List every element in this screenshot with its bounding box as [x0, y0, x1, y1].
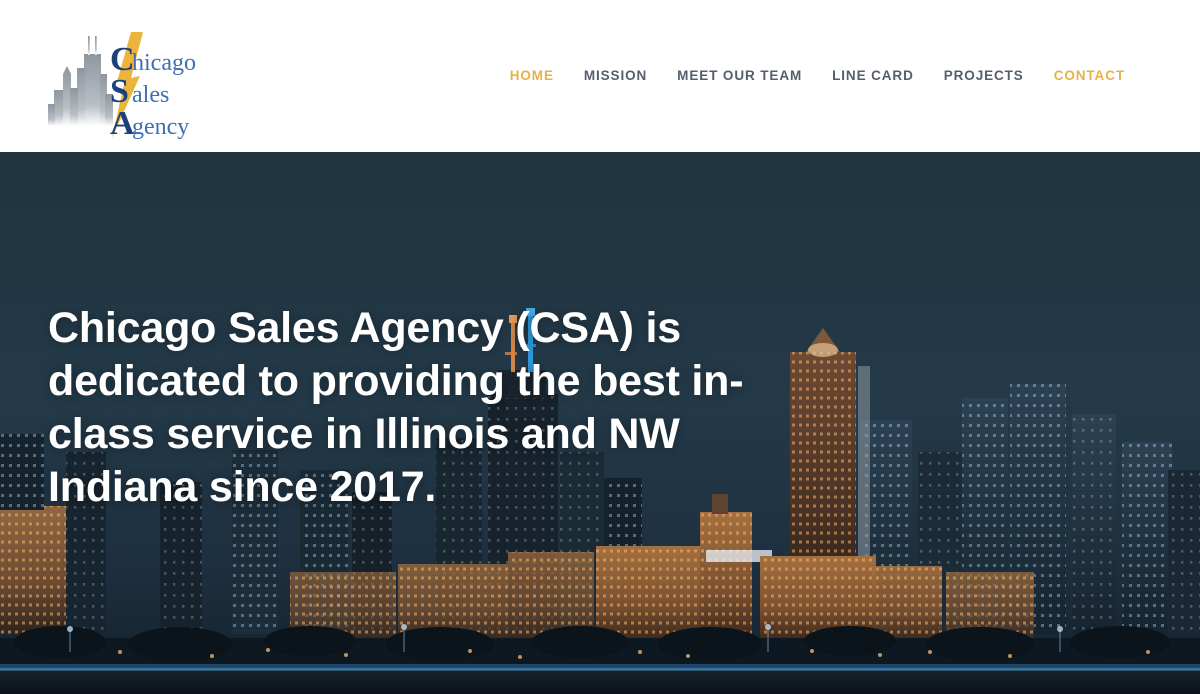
- nav-link-mission[interactable]: MISSION: [569, 63, 662, 89]
- main-navigation: HOME MISSION MEET OUR TEAM LINE CARD PRO…: [510, 0, 1140, 152]
- nav-link-contact[interactable]: CONTACT: [1039, 63, 1140, 89]
- brand-logo[interactable]: C S A hicago ales gency: [48, 30, 208, 140]
- svg-text:gency: gency: [132, 114, 189, 140]
- site-header: C S A hicago ales gency HOME MISSION MEE…: [0, 0, 1200, 152]
- svg-text:hicago: hicago: [132, 50, 196, 76]
- hero-heading: Chicago Sales Agency (CSA) is dedicated …: [48, 304, 744, 511]
- hero-section: Chicago Sales Agency (CSA) is dedicated …: [0, 152, 1200, 694]
- hero-copy: Chicago Sales Agency (CSA) is dedicated …: [48, 302, 838, 514]
- nav-link-line-card[interactable]: LINE CARD: [817, 63, 929, 89]
- nav-link-home[interactable]: HOME: [495, 63, 569, 89]
- chicago-skyline-lightning-logo-icon: C S A hicago ales gency: [48, 32, 196, 140]
- svg-text:ales: ales: [132, 82, 169, 108]
- nav-link-meet-our-team[interactable]: MEET OUR TEAM: [662, 63, 817, 89]
- nav-link-projects[interactable]: PROJECTS: [929, 63, 1039, 89]
